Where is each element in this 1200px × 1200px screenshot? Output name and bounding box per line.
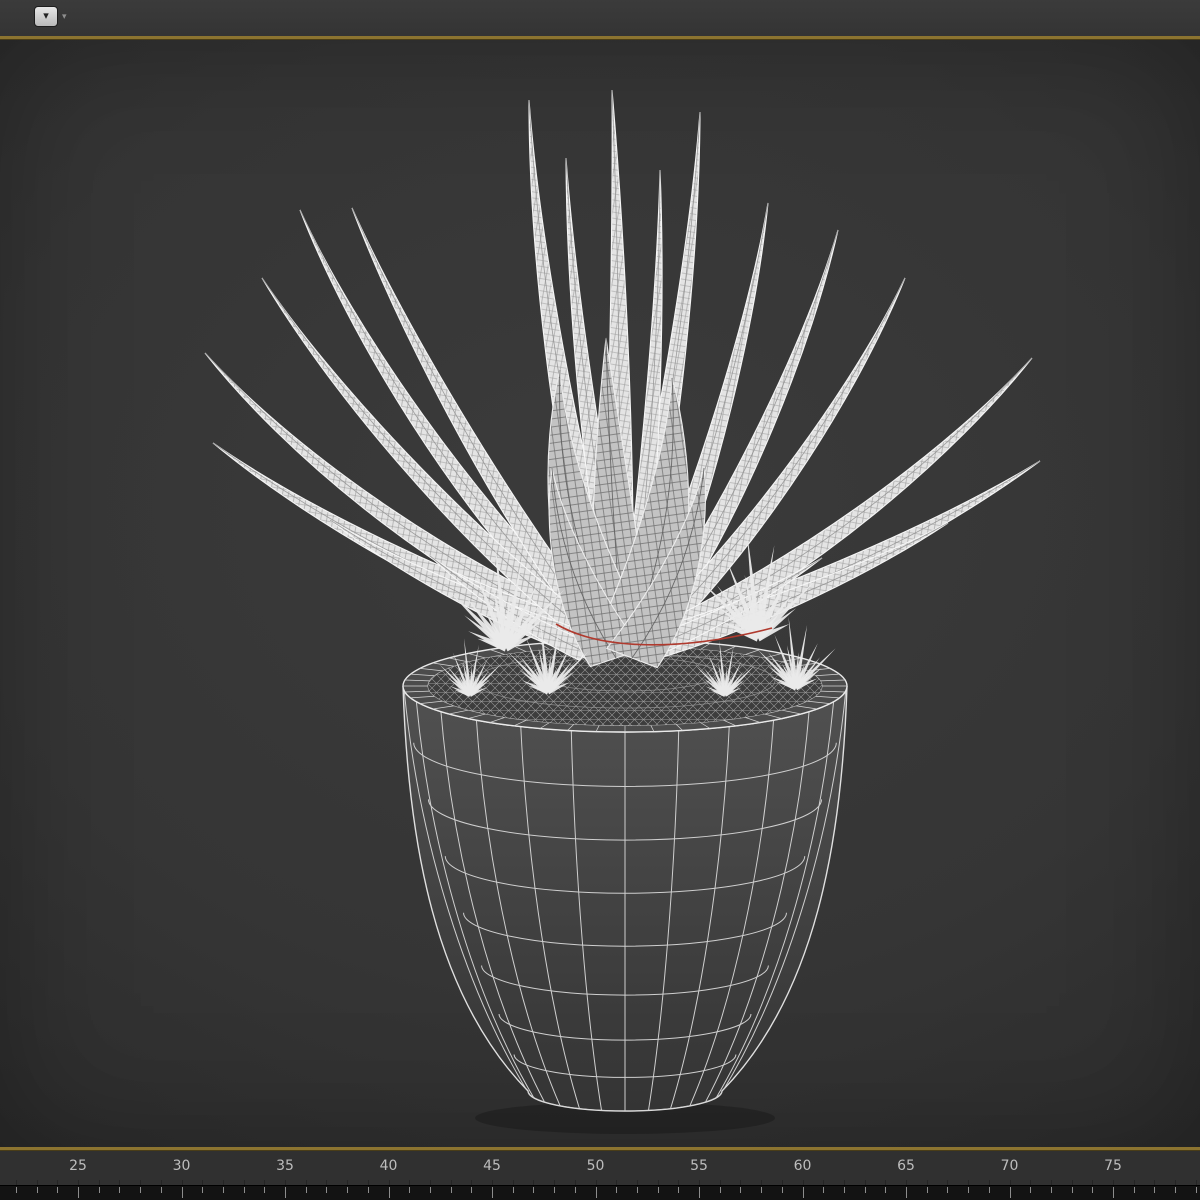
timeline-tick [140, 1187, 142, 1193]
timeline-tick [781, 1187, 783, 1193]
timeline-tick [926, 1187, 928, 1193]
leaves-wireframe [204, 89, 1041, 669]
timeline-tick [492, 1187, 493, 1198]
timeline-label: 30 [172, 1158, 191, 1174]
timeline-tick [347, 1187, 349, 1193]
viewport-menu-button[interactable]: ▾ ▾ [34, 6, 67, 27]
timeline-tick [285, 1187, 286, 1198]
timeline-tick [264, 1187, 266, 1193]
timeline-tick [823, 1187, 825, 1193]
timeline-label: 35 [276, 1158, 294, 1174]
timeline-tick [1050, 1187, 1052, 1193]
viewport-3d[interactable] [0, 40, 1200, 1147]
top-toolbar: ▾ ▾ [0, 0, 1200, 36]
timeline-tick [843, 1187, 845, 1193]
timeline-tick [554, 1187, 556, 1193]
timeline-tick [367, 1187, 369, 1193]
timeline-tick [968, 1187, 970, 1193]
timeline-tick [740, 1187, 742, 1193]
timeline-tick [305, 1187, 307, 1193]
timeline-label: 65 [897, 1158, 915, 1174]
timeline-label: 55 [690, 1158, 708, 1174]
timeline-label: 70 [1000, 1158, 1019, 1174]
timeline-tick [388, 1187, 390, 1198]
timeline-tick [450, 1187, 452, 1193]
timeline-ruler[interactable]: 25 30 35 40 45 50 55 60 65 70 75 [0, 1151, 1200, 1200]
timeline-tick [326, 1187, 328, 1193]
wireframe-plant-scene [204, 89, 1041, 1134]
pot-wireframe [402, 685, 848, 1112]
timeline-tick [595, 1187, 597, 1198]
timeline-label: 75 [1104, 1158, 1122, 1174]
timeline-tick [1071, 1187, 1073, 1193]
timeline-tick [222, 1187, 224, 1193]
timeline-tick [15, 1187, 17, 1193]
timeline-tick [906, 1187, 907, 1198]
timeline-tick [1113, 1187, 1114, 1198]
timeline-tick [719, 1187, 721, 1193]
timeline-tick [98, 1187, 100, 1193]
timeline-tick [678, 1187, 680, 1193]
timeline-tick [1175, 1187, 1177, 1193]
timeline-tick [429, 1187, 431, 1193]
timeline-tick [616, 1187, 618, 1193]
timeline-tick [471, 1187, 473, 1193]
timeline-label: 50 [586, 1158, 605, 1174]
timeline-tick [160, 1187, 162, 1193]
timeline-tick [947, 1187, 949, 1193]
timeline-label: 40 [379, 1158, 398, 1174]
timeline-tick [1195, 1187, 1197, 1193]
timeline-tick [243, 1187, 245, 1193]
soil-mesh [427, 646, 823, 726]
timeline-label: 60 [793, 1158, 812, 1174]
timeline-tick [78, 1187, 79, 1198]
timeline-tick [1092, 1187, 1094, 1193]
timeline-tick [57, 1187, 59, 1193]
timeline-tick [988, 1187, 990, 1193]
timeline-tick [1009, 1187, 1011, 1198]
timeline-tick [761, 1187, 763, 1193]
timeline-tick [802, 1187, 804, 1198]
timeline-tick [409, 1187, 411, 1193]
dropdown-caret-icon[interactable]: ▾ [62, 12, 67, 21]
timeline-tick [119, 1187, 121, 1193]
timeline-tick [864, 1187, 866, 1193]
timeline-tick [1133, 1187, 1135, 1193]
timeline-tick [181, 1187, 183, 1198]
timeline-tick-strip[interactable] [0, 1185, 1200, 1200]
timeline-tick [1030, 1187, 1032, 1193]
timeline-label: 45 [483, 1158, 501, 1174]
viewport-menu-icon[interactable]: ▾ [34, 6, 58, 27]
timeline-tick [1154, 1187, 1156, 1193]
timeline-tick [533, 1187, 535, 1193]
timeline-tick [699, 1187, 700, 1198]
timeline-tick [512, 1187, 514, 1193]
timeline-tick [885, 1187, 887, 1193]
timeline-tick [636, 1187, 638, 1193]
timeline-tick [36, 1187, 38, 1193]
timeline-label: 25 [69, 1158, 87, 1174]
timeline-tick [202, 1187, 204, 1193]
timeline-tick [574, 1187, 576, 1193]
timeline-tick [657, 1187, 659, 1193]
